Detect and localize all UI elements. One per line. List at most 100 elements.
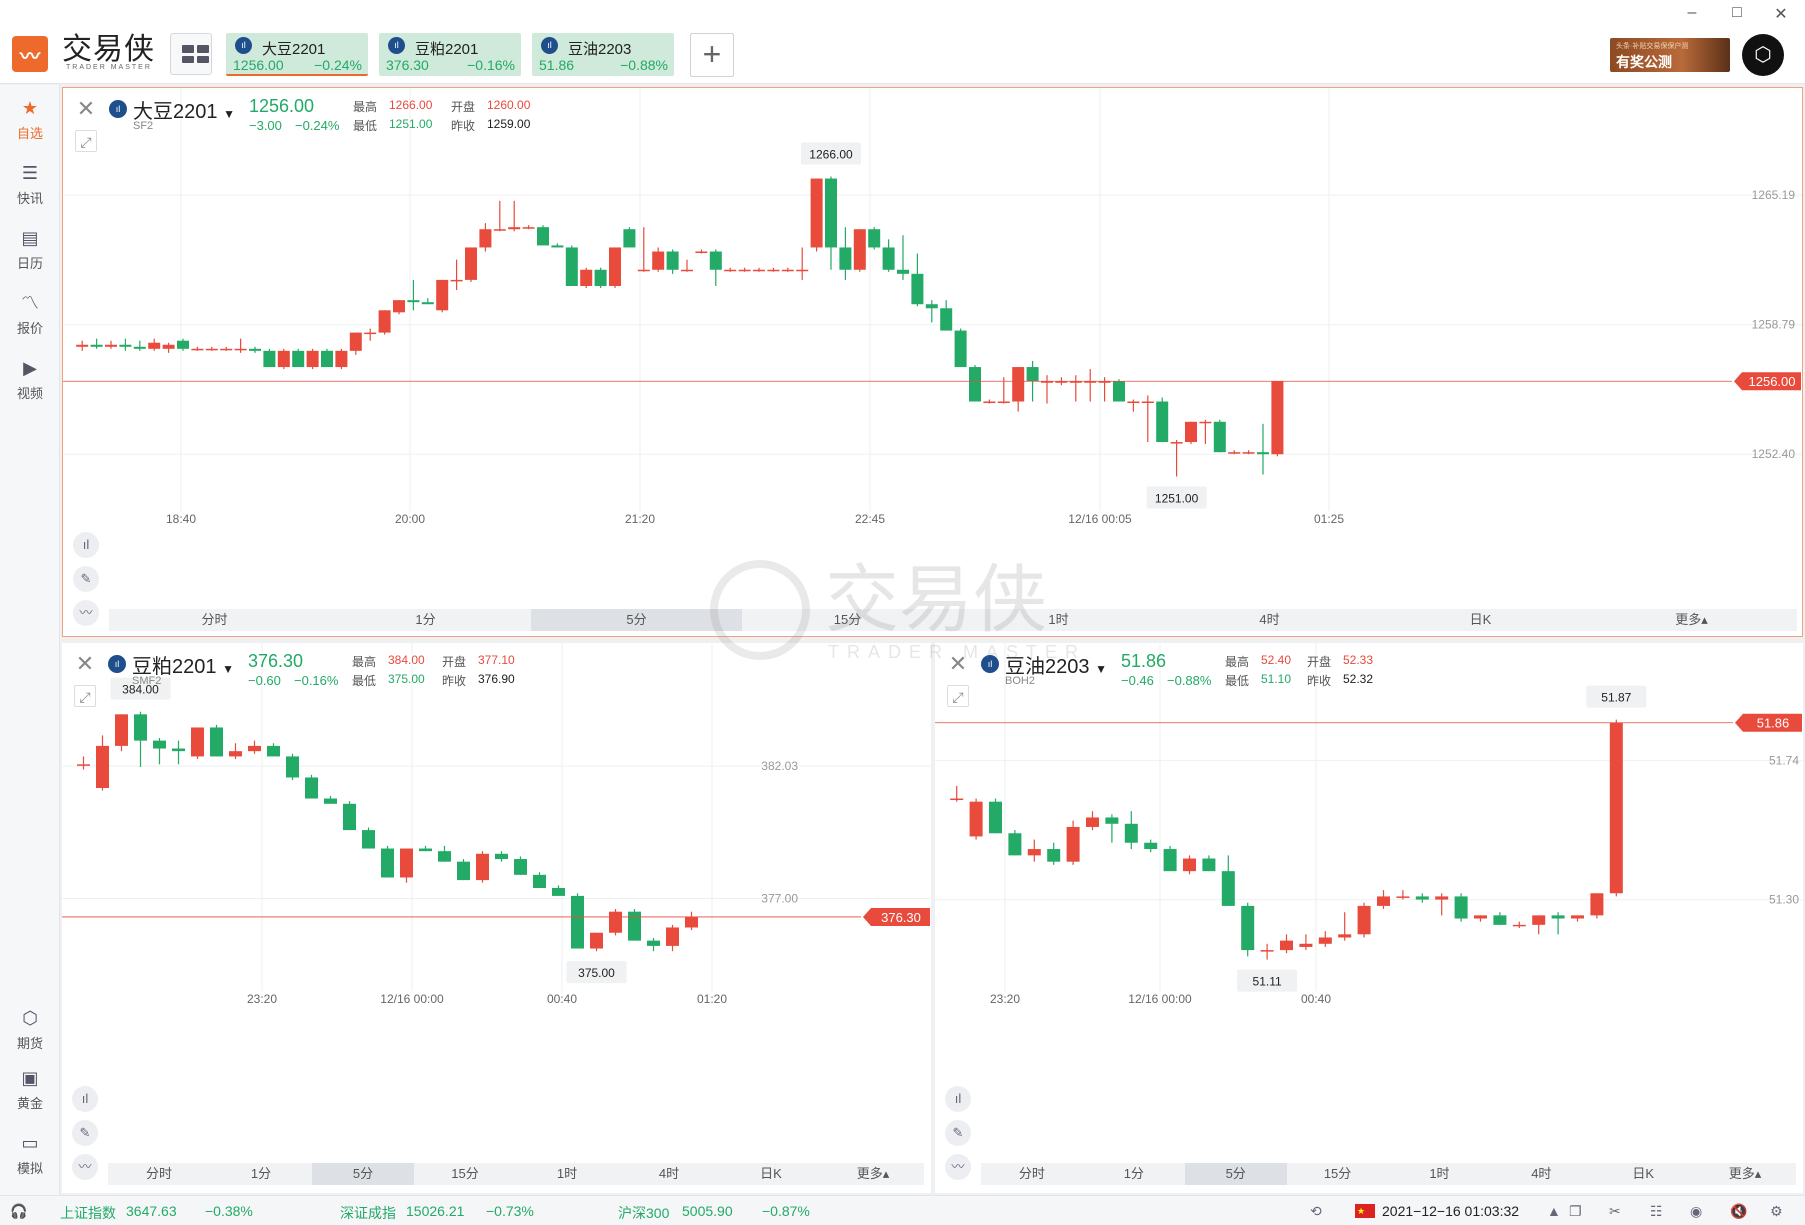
- candle: [191, 346, 204, 351]
- chart-panel-soybean[interactable]: 18:40 20:00 21:20 22:45 12/16 00:05 01:25 1265…: [62, 87, 1803, 637]
- tab-soyoil[interactable]: ıl 豆油2203 51.86 −0.88%: [532, 33, 674, 76]
- add-tab-button[interactable]: +: [690, 33, 734, 77]
- candle: [465, 247, 477, 282]
- timeframe-1[interactable]: 1分: [320, 609, 531, 631]
- timeframe-7[interactable]: 更多▴: [1694, 1163, 1796, 1185]
- network-icon[interactable]: ⟲: [1310, 1203, 1322, 1220]
- settings-gear-icon[interactable]: ⚙: [1770, 1203, 1783, 1220]
- timeframe-1[interactable]: 1分: [1083, 1163, 1185, 1185]
- timeframe-6[interactable]: 日K: [1592, 1163, 1694, 1185]
- candle-body: [1493, 915, 1507, 925]
- candle-style-icon[interactable]: ıl: [945, 1086, 971, 1112]
- indicator-icon[interactable]: 〰: [72, 1154, 98, 1180]
- timeframe-5[interactable]: 4时: [1490, 1163, 1592, 1185]
- timeframe-1[interactable]: 1分: [210, 1163, 312, 1185]
- candle-body: [1257, 452, 1269, 455]
- tools-icon[interactable]: ✂: [1609, 1203, 1621, 1220]
- timeframe-0[interactable]: 分时: [108, 1163, 210, 1185]
- candle-body: [400, 848, 413, 878]
- x-tick-label: 22:45: [855, 512, 885, 526]
- timeframe-3[interactable]: 15分: [1287, 1163, 1389, 1185]
- sidebar-item-gold[interactable]: ▣ 黄金: [0, 1055, 60, 1115]
- timeframe-7[interactable]: 更多▴: [822, 1163, 924, 1185]
- close-icon[interactable]: ✕: [74, 653, 96, 675]
- timeframe-6[interactable]: 日K: [720, 1163, 822, 1185]
- timeframe-5[interactable]: 4时: [1164, 609, 1375, 631]
- index-sh-name[interactable]: 上证指数: [60, 1203, 116, 1223]
- index-sz-name[interactable]: 深证成指: [340, 1203, 396, 1223]
- candle-body: [393, 300, 405, 313]
- candle-body: [1242, 452, 1255, 454]
- candle-body: [436, 279, 449, 311]
- draw-pen-icon[interactable]: ✎: [72, 1120, 98, 1146]
- window-icon[interactable]: ❐: [1569, 1203, 1582, 1220]
- minimize-button[interactable]: –: [1682, 4, 1702, 22]
- timeframe-5[interactable]: 4时: [618, 1163, 720, 1185]
- timeframe-2[interactable]: 5分: [1184, 1163, 1287, 1185]
- candle-body: [419, 848, 432, 852]
- timeframe-3[interactable]: 15分: [414, 1163, 516, 1185]
- layout-grid-icon[interactable]: [170, 33, 212, 75]
- close-button[interactable]: ✕: [1771, 4, 1791, 24]
- candle-style-icon[interactable]: ıl: [72, 1086, 98, 1112]
- promo-banner[interactable]: 头条·补贴交易保保户测 有奖公测: [1610, 38, 1730, 72]
- close-icon[interactable]: ✕: [75, 98, 97, 120]
- candle-body: [1127, 401, 1140, 404]
- expand-icon[interactable]: ⤢: [74, 685, 96, 707]
- candlestick-chart[interactable]: 23:20 12/16 00:00 00:40 01:20 382.03 377.00 37…: [62, 643, 931, 1193]
- chart-panel-soymeal[interactable]: 23:20 12/16 00:00 00:40 01:20 382.03 377.00 37…: [62, 643, 931, 1193]
- headset-icon[interactable]: 🎧: [10, 1203, 27, 1220]
- candle-body: [205, 348, 218, 351]
- candle-body: [324, 798, 337, 804]
- tab-change: −0.88%: [620, 57, 668, 73]
- candle-style-icon[interactable]: ıl: [73, 532, 99, 558]
- camera-icon[interactable]: ◉: [1690, 1203, 1702, 1220]
- candle-body: [685, 916, 698, 928]
- index-hs-name[interactable]: 沪深300: [618, 1203, 669, 1223]
- expand-icon[interactable]: ⤢: [75, 130, 97, 152]
- expand-icon[interactable]: ⤢: [947, 685, 969, 707]
- user-avatar[interactable]: ⬡: [1742, 34, 1784, 76]
- sidebar-item-calendar[interactable]: ▤ 日历: [0, 215, 60, 275]
- sidebar-item-quotes[interactable]: 〽报价: [0, 280, 60, 340]
- timeframe-7[interactable]: 更多▴: [1586, 609, 1797, 631]
- chart-panel-soyoil[interactable]: 23:20 12/16 00:00 00:40 51.74 51.30 51.86 51.8…: [935, 643, 1803, 1193]
- dropdown-caret-icon[interactable]: ▼: [222, 662, 234, 676]
- tab-soybean[interactable]: ıl 大豆2201 1256.00 −0.24%: [226, 33, 368, 76]
- candle: [362, 827, 375, 849]
- sidebar-item-news[interactable]: ☰ 快讯: [0, 150, 60, 210]
- tab-soymeal[interactable]: ıl 豆粕2201 376.30 −0.16%: [379, 33, 521, 76]
- timeframe-3[interactable]: 15分: [742, 609, 953, 631]
- indicator-icon[interactable]: 〰: [73, 600, 99, 626]
- sidebar-item-video[interactable]: ▶ 视频: [0, 345, 60, 405]
- candle: [1299, 934, 1313, 951]
- candle-body: [1590, 893, 1604, 916]
- sidebar-item-simulate[interactable]: ▭ 模拟: [0, 1120, 60, 1180]
- dropdown-caret-icon[interactable]: ▼: [223, 107, 235, 121]
- mute-icon[interactable]: 🔇: [1730, 1203, 1747, 1220]
- maximize-button[interactable]: □: [1727, 4, 1747, 22]
- list-icon[interactable]: ☷: [1650, 1203, 1663, 1220]
- timeframe-4[interactable]: 1时: [953, 609, 1164, 631]
- candle-body: [76, 344, 89, 347]
- draw-pen-icon[interactable]: ✎: [945, 1120, 971, 1146]
- timeframe-0[interactable]: 分时: [981, 1163, 1083, 1185]
- draw-pen-icon[interactable]: ✎: [73, 566, 99, 592]
- candlestick-chart[interactable]: 18:40 20:00 21:20 22:45 12/16 00:05 01:25 1265…: [63, 88, 1802, 636]
- candle: [1141, 395, 1154, 443]
- timeframe-2[interactable]: 5分: [312, 1163, 414, 1185]
- timeframe-0[interactable]: 分时: [109, 609, 320, 631]
- close-icon[interactable]: ✕: [947, 653, 969, 675]
- candle: [450, 259, 463, 291]
- timeframe-4[interactable]: 1时: [1389, 1163, 1491, 1185]
- indicator-icon[interactable]: 〰: [945, 1154, 971, 1180]
- sidebar-item-futures[interactable]: ⬡ 期货: [0, 995, 60, 1055]
- arrow-up-icon[interactable]: ▲: [1547, 1203, 1561, 1219]
- sidebar-item-watchlist[interactable]: ★ 自选: [0, 85, 60, 145]
- candlestick-chart[interactable]: 23:20 12/16 00:00 00:40 51.74 51.30 51.86 51.8…: [935, 643, 1803, 1193]
- timeframe-6[interactable]: 日K: [1375, 609, 1586, 631]
- timeframe-4[interactable]: 1时: [516, 1163, 618, 1185]
- dropdown-caret-icon[interactable]: ▼: [1095, 662, 1107, 676]
- candle: [1027, 839, 1041, 862]
- timeframe-2[interactable]: 5分: [531, 609, 742, 631]
